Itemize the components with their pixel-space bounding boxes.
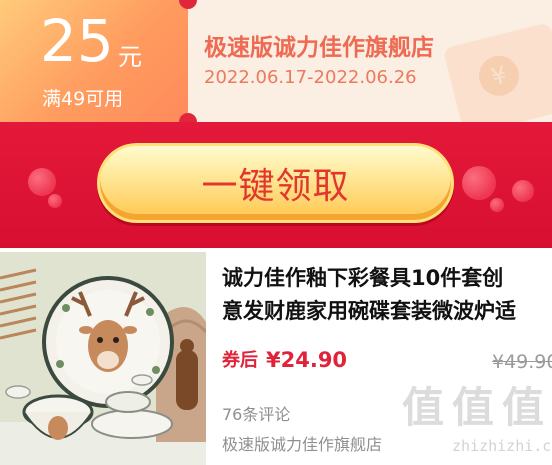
review-count[interactable]: 76条评论 xyxy=(222,404,290,426)
product-image[interactable] xyxy=(0,252,206,465)
coupon-amount: 25 xyxy=(40,7,114,75)
decor-circle-icon xyxy=(490,198,504,212)
decor-circle-icon xyxy=(48,194,62,208)
watermark-glyph: 值 xyxy=(402,383,445,432)
price-label: 券后 xyxy=(222,350,258,371)
page-root: 25 元 满49可用 极速版诚力佳作旗舰店 2022.06.17-2022.06… xyxy=(0,0,552,465)
product-title-line-2: 意发财鹿家用碗碟套装微波炉适 xyxy=(222,299,516,323)
coupon-validity-dates: 2022.06.17-2022.06.26 xyxy=(204,67,417,88)
product-title[interactable]: 诚力佳作釉下彩餐具10件套创 意发财鹿家用碗碟套装微波炉适 xyxy=(222,262,552,328)
shop-name-link[interactable]: 极速版诚力佳作旗舰店 xyxy=(222,434,382,456)
yen-coupon-decoration-icon: ¥ xyxy=(442,22,552,136)
watermark: 值 值 值 zhizhizhi.com xyxy=(400,382,552,465)
decor-circle-icon xyxy=(462,166,496,200)
tableware-deer-photo-icon xyxy=(0,252,206,465)
coupon-card: 25 元 满49可用 极速版诚力佳作旗舰店 2022.06.17-2022.06… xyxy=(0,0,552,136)
claim-coupon-label: 一键领取 xyxy=(201,166,350,207)
watermark-glyph: 值 xyxy=(452,383,495,432)
price-after-coupon: ¥24.90 xyxy=(266,348,348,372)
original-price: ¥49.90 xyxy=(492,351,552,373)
coupon-amount-panel: 25 元 满49可用 xyxy=(0,0,188,122)
claim-coupon-button[interactable]: 一键领取 xyxy=(97,143,454,223)
decor-circle-icon xyxy=(512,180,534,202)
decor-circle-icon xyxy=(28,168,56,196)
claim-banner: 一键领取 xyxy=(0,122,552,248)
watermark-glyph: 值 xyxy=(502,383,545,432)
coupon-shop-name: 极速版诚力佳作旗舰店 xyxy=(204,35,434,61)
coupon-unit: 元 xyxy=(118,43,142,71)
coupon-condition: 满49可用 xyxy=(42,88,124,110)
product-title-line-1: 诚力佳作釉下彩餐具10件套创 xyxy=(222,266,504,290)
watermark-text: zhizhizhi.com xyxy=(452,437,552,455)
